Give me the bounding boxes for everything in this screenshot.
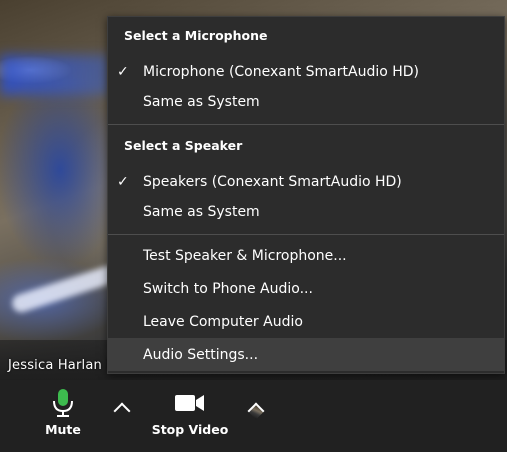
menu-item-switch-to-phone-audio[interactable]: Switch to Phone Audio... xyxy=(108,274,504,304)
menu-item-label: Switch to Phone Audio... xyxy=(143,281,313,297)
menu-item-audio-settings[interactable]: Audio Settings... xyxy=(108,338,504,371)
menu-item-speaker-same-as-system[interactable]: Same as System xyxy=(108,197,504,227)
checkmark-icon: ✓ xyxy=(117,64,129,80)
menu-item-label: Speakers (Conexant SmartAudio HD) xyxy=(143,174,402,190)
menu-item-microphone-same-as-system[interactable]: Same as System xyxy=(108,87,504,117)
video-blur-region xyxy=(9,263,121,315)
menu-item-speaker-conexant[interactable]: ✓ Speakers (Conexant SmartAudio HD) xyxy=(108,167,504,197)
menu-item-label: Test Speaker & Microphone... xyxy=(143,248,347,264)
stop-video-button[interactable]: Stop Video xyxy=(142,388,238,437)
menu-item-label: Microphone (Conexant SmartAudio HD) xyxy=(143,64,420,80)
mute-button[interactable]: Mute xyxy=(38,388,88,437)
checkmark-icon: ✓ xyxy=(117,174,129,190)
video-camera-icon xyxy=(175,395,204,411)
microphone-icon xyxy=(53,389,73,417)
menu-divider xyxy=(108,124,504,125)
menu-item-leave-computer-audio[interactable]: Leave Computer Audio xyxy=(108,307,504,337)
audio-options-menu: Select a Microphone ✓ Microphone (Conexa… xyxy=(107,16,505,374)
menu-item-label: Leave Computer Audio xyxy=(143,314,303,330)
video-blur-region xyxy=(0,55,110,95)
menu-item-label: Same as System xyxy=(143,94,260,110)
microphone-section-heading: Select a Microphone xyxy=(124,28,268,43)
menu-item-label: Same as System xyxy=(143,204,260,220)
menu-item-label: Audio Settings... xyxy=(143,346,259,363)
mute-button-label: Mute xyxy=(45,422,81,437)
menu-item-test-speaker-microphone[interactable]: Test Speaker & Microphone... xyxy=(108,241,504,271)
menu-divider xyxy=(108,234,504,235)
stop-video-button-label: Stop Video xyxy=(151,422,229,437)
menu-item-microphone-conexant[interactable]: ✓ Microphone (Conexant SmartAudio HD) xyxy=(108,57,504,87)
speaker-section-heading: Select a Speaker xyxy=(124,138,243,153)
